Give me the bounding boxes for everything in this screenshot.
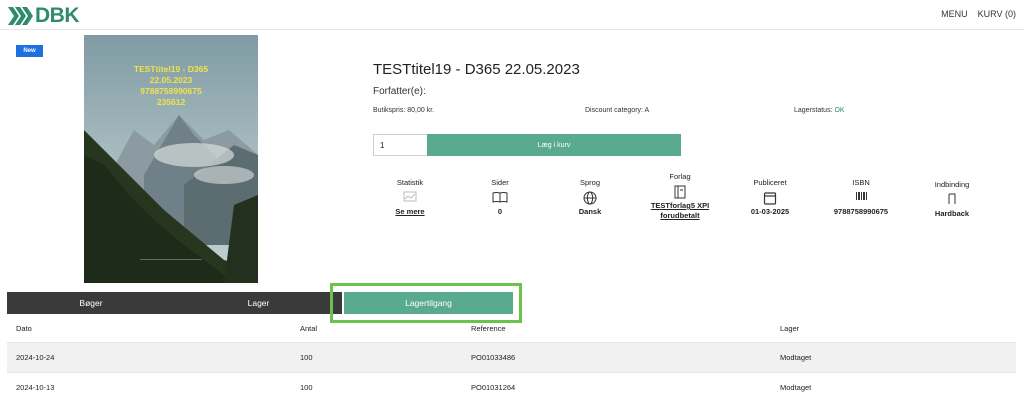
stock-intake-table: Dato Antal Reference Lager 2024-10-24 10… [7,314,1016,402]
table-cell: Modtaget [780,353,812,362]
cover-text: TESTtitel19 - D365 22.05.2023 9788758990… [84,64,258,108]
table-row: 2024-10-24 100 PO01033486 Modtaget [7,342,1016,372]
publisher-link[interactable]: TESTforlag5 XPI forudbetalt [635,201,725,221]
cart-link[interactable]: KURV (0) [978,9,1016,19]
attribute-value: Hardback [934,209,970,218]
product-title: TESTtitel19 - D365 22.05.2023 [373,61,580,78]
table-cell: 2024-10-13 [16,383,55,392]
book-icon [455,191,545,205]
book-cover-image: TESTtitel19 - D365 22.05.2023 9788758990… [84,35,258,283]
tab-boger[interactable]: Bøger [7,292,175,314]
attribute-forlag: Forlag TESTforlag5 XPI forudbetalt [635,172,725,221]
stock-label: Lagerstatus: [794,107,833,114]
table-cell: PO01033486 [471,353,516,362]
table-header: Dato Antal Reference Lager [7,314,1016,342]
tab-lager[interactable]: Lager [175,292,342,314]
table-cell: 100 [300,383,313,392]
table-cell: 2024-10-24 [16,353,55,362]
chart-icon [365,191,455,205]
attribute-label: Indbinding [934,180,970,189]
binding-icon [907,193,997,207]
column-header: Lager [780,323,800,333]
logo-text: DBK [35,4,80,27]
quantity-input[interactable] [373,134,428,156]
top-bar: DBK MENU KURV (0) [0,0,1024,30]
add-to-cart-button[interactable]: Læg i kurv [427,134,681,156]
table-row: 2024-10-13 100 PO01031264 Modtaget [7,372,1016,402]
logo-chevrons-icon [8,7,34,25]
attribute-publiceret: Publiceret 01-03-2025 [725,178,815,216]
stock-status: Lagerstatus: OK [794,107,845,114]
logo[interactable]: DBK [8,4,80,27]
author-label: Forfatter(e): [373,86,426,97]
cover-footer-mark [140,259,202,265]
globe-icon [545,191,635,205]
column-header: Antal [300,323,318,333]
attribute-isbn: ISBN 9788758990675 [816,178,906,216]
attribute-label: ISBN [852,178,870,187]
barcode-icon [816,191,906,205]
cover-text-line: 235612 [156,97,186,107]
table-cell: PO01031264 [471,383,516,392]
attribute-statistik: Statistik Se mere [365,178,455,216]
statistik-link[interactable]: Se mere [365,207,455,216]
discount-text: Discount category: A [585,107,650,114]
attribute-value: Dansk [578,207,602,216]
new-badge: New [16,45,43,57]
attribute-value: 0 [497,207,503,216]
cover-text-line: 9788758990675 [140,86,202,96]
attribute-sprog: Sprog Dansk [545,178,635,216]
attribute-label: Statistik [396,178,424,187]
column-header: Dato [16,323,32,333]
attribute-indbinding: Indbinding Hardback [907,180,997,218]
price-text: Butikspris: 80,00 kr. [373,107,435,114]
calendar-icon [725,191,815,205]
attribute-sider: Sider 0 [455,178,545,216]
attribute-value: 01-03-2025 [750,207,790,216]
attribute-value: 9788758990675 [833,207,889,216]
table-cell: Modtaget [780,383,812,392]
attribute-label: Forlag [669,172,691,181]
attribute-label: Sprog [579,178,600,187]
attribute-label: Publiceret [753,178,787,187]
cover-text-line: 22.05.2023 [149,75,193,85]
publisher-book-icon [635,185,725,199]
column-header: Reference [471,323,506,333]
top-nav: MENU KURV (0) [941,9,1016,19]
attribute-label: Sider [491,178,509,187]
menu-link[interactable]: MENU [941,9,968,19]
stock-value: OK [834,107,845,114]
cover-text-line: TESTtitel19 - D365 [133,64,209,74]
table-cell: 100 [300,353,313,362]
